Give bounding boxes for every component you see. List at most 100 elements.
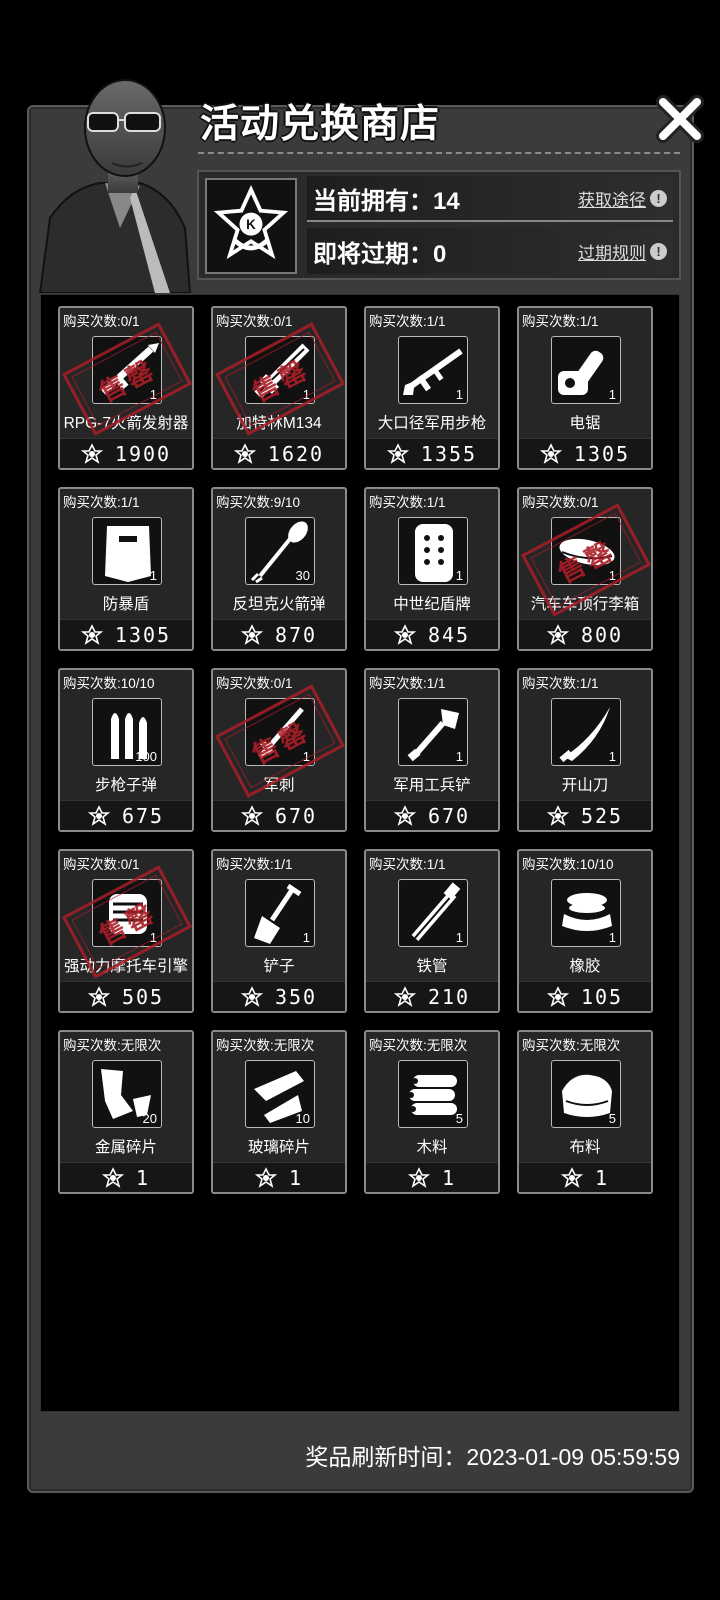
expire-rule-link[interactable]: 过期规则 ! bbox=[578, 239, 673, 264]
shop-item-card[interactable]: 购买次数:0/1 1 RPG-7火箭发射器 1900 售罄 bbox=[58, 306, 194, 470]
purchase-limit: 购买次数:无限次 bbox=[63, 1038, 162, 1053]
item-quantity: 1 bbox=[455, 387, 463, 402]
item-price: 1305 bbox=[114, 622, 172, 647]
event-token-icon bbox=[233, 442, 256, 464]
purchase-limit: 购买次数:1/1 bbox=[369, 495, 446, 510]
price-bar: 1620 bbox=[213, 438, 345, 468]
item-quantity: 30 bbox=[295, 568, 310, 583]
purchase-limit: 购买次数:10/10 bbox=[63, 676, 155, 691]
purchase-limit: 购买次数:1/1 bbox=[522, 314, 599, 329]
shop-item-card[interactable]: 购买次数:1/1 1 铲子 350 bbox=[211, 849, 347, 1013]
info-icon[interactable]: ! bbox=[650, 189, 667, 207]
shop-item-card[interactable]: 购买次数:9/10 30 反坦克火箭弹 870 bbox=[211, 487, 347, 651]
item-price: 105 bbox=[580, 984, 624, 1009]
item-icon-frame: 1 bbox=[551, 879, 621, 947]
obtain-link[interactable]: 获取途径 ! bbox=[578, 186, 673, 211]
shop-item-card[interactable]: 购买次数:无限次 20 金属碎片 1 bbox=[58, 1030, 194, 1194]
shop-item-card[interactable]: 购买次数:1/1 1 开山刀 525 bbox=[517, 668, 653, 832]
item-quantity: 1 bbox=[455, 568, 463, 583]
event-token-icon bbox=[546, 985, 569, 1007]
character-portrait bbox=[38, 79, 192, 293]
event-token-icon bbox=[407, 1166, 430, 1188]
item-icon-frame: 1 bbox=[245, 698, 315, 766]
price-bar: 350 bbox=[213, 981, 345, 1011]
item-icon-frame: 1 bbox=[398, 698, 468, 766]
shop-item-card[interactable]: 购买次数:0/1 1 强动力摩托车引擎 505 售罄 bbox=[58, 849, 194, 1013]
expire-rule-label[interactable]: 过期规则 bbox=[578, 239, 646, 264]
purchase-limit: 购买次数:1/1 bbox=[216, 857, 293, 872]
shop-item-card[interactable]: 购买次数:1/1 1 电锯 1305 bbox=[517, 306, 653, 470]
shop-item-card[interactable]: 购买次数:0/1 1 汽车车顶行李箱 800 售罄 bbox=[517, 487, 653, 651]
shop-item-card[interactable]: 购买次数:1/1 1 中世纪盾牌 845 bbox=[364, 487, 500, 651]
item-name: 金属碎片 bbox=[94, 1139, 157, 1156]
item-quantity: 1 bbox=[302, 387, 310, 402]
shop-item-card[interactable]: 购买次数:无限次 5 木料 1 bbox=[364, 1030, 500, 1194]
price-bar: 525 bbox=[519, 800, 651, 830]
item-name: 木料 bbox=[416, 1139, 448, 1156]
shop-item-card[interactable]: 购买次数:10/10 1 橡胶 105 bbox=[517, 849, 653, 1013]
purchase-limit: 购买次数:0/1 bbox=[216, 676, 293, 691]
item-icon-frame: 5 bbox=[398, 1060, 468, 1128]
shop-item-card[interactable]: 购买次数:1/1 1 铁管 210 bbox=[364, 849, 500, 1013]
item-icon-frame: 1 bbox=[245, 879, 315, 947]
item-price: 525 bbox=[580, 803, 624, 828]
price-bar: 870 bbox=[213, 619, 345, 649]
item-name: 铲子 bbox=[263, 958, 295, 975]
shop-item-card[interactable]: 购买次数:1/1 1 军用工兵铲 670 bbox=[364, 668, 500, 832]
price-bar: 1305 bbox=[519, 438, 651, 468]
item-price: 350 bbox=[274, 984, 318, 1009]
item-name: 铁管 bbox=[416, 958, 448, 975]
shop-item-card[interactable]: 购买次数:0/1 1 加特林M134 1620 售罄 bbox=[211, 306, 347, 470]
item-name: 强动力摩托车引擎 bbox=[63, 958, 188, 975]
item-name: 玻璃碎片 bbox=[247, 1139, 310, 1156]
item-name: 开山刀 bbox=[561, 777, 609, 794]
info-icon[interactable]: ! bbox=[650, 242, 667, 260]
item-quantity: 5 bbox=[608, 1111, 616, 1126]
event-token-icon bbox=[546, 623, 569, 645]
purchase-limit: 购买次数:0/1 bbox=[63, 314, 140, 329]
shop-item-card[interactable]: 购买次数:10/10 100 步枪子弹 675 bbox=[58, 668, 194, 832]
item-quantity: 1 bbox=[149, 568, 157, 583]
item-quantity: 1 bbox=[608, 568, 616, 583]
title-divider bbox=[198, 152, 680, 154]
refresh-time: 奖品刷新时间：2023-01-09 05:59:59 bbox=[305, 1444, 680, 1470]
event-token-icon bbox=[101, 1166, 124, 1188]
price-bar: 670 bbox=[213, 800, 345, 830]
item-price: 870 bbox=[274, 622, 318, 647]
price-bar: 210 bbox=[366, 981, 498, 1011]
item-price: 1 bbox=[594, 1165, 610, 1190]
item-quantity: 1 bbox=[455, 749, 463, 764]
item-quantity: 10 bbox=[295, 1111, 310, 1126]
item-icon-frame: 1 bbox=[551, 336, 621, 404]
item-icon-frame: 1 bbox=[398, 879, 468, 947]
item-quantity: 5 bbox=[455, 1111, 463, 1126]
item-name: 汽车车顶行李箱 bbox=[530, 596, 640, 613]
price-bar: 675 bbox=[60, 800, 192, 830]
item-icon-frame: 10 bbox=[245, 1060, 315, 1128]
event-token-icon bbox=[240, 985, 263, 1007]
purchase-limit: 购买次数:9/10 bbox=[216, 495, 301, 510]
event-token-icon bbox=[87, 804, 110, 826]
shop-title: 活动兑换商店 bbox=[200, 103, 441, 146]
purchase-limit: 购买次数:0/1 bbox=[63, 857, 140, 872]
item-price: 670 bbox=[427, 803, 471, 828]
item-quantity: 1 bbox=[302, 930, 310, 945]
item-price: 675 bbox=[121, 803, 165, 828]
shop-item-card[interactable]: 购买次数:0/1 1 军刺 670 售罄 bbox=[211, 668, 347, 832]
purchase-limit: 购买次数:1/1 bbox=[522, 676, 599, 691]
shop-item-card[interactable]: 购买次数:1/1 1 大口径军用步枪 1355 bbox=[364, 306, 500, 470]
purchase-limit: 购买次数:0/1 bbox=[522, 495, 599, 510]
price-bar: 670 bbox=[366, 800, 498, 830]
close-x-icon[interactable] bbox=[655, 94, 705, 144]
item-quantity: 1 bbox=[302, 749, 310, 764]
shop-item-card[interactable]: 购买次数:1/1 1 防暴盾 1305 bbox=[58, 487, 194, 651]
purchase-limit: 购买次数:1/1 bbox=[369, 676, 446, 691]
item-price: 1620 bbox=[267, 441, 325, 466]
price-bar: 1 bbox=[366, 1162, 498, 1192]
item-icon-frame: 20 bbox=[92, 1060, 162, 1128]
item-name: 军刺 bbox=[263, 777, 295, 794]
obtain-link-label[interactable]: 获取途径 bbox=[578, 186, 646, 211]
price-bar: 845 bbox=[366, 619, 498, 649]
shop-item-card[interactable]: 购买次数:无限次 5 布料 1 bbox=[517, 1030, 653, 1194]
shop-item-card[interactable]: 购买次数:无限次 10 玻璃碎片 1 bbox=[211, 1030, 347, 1194]
